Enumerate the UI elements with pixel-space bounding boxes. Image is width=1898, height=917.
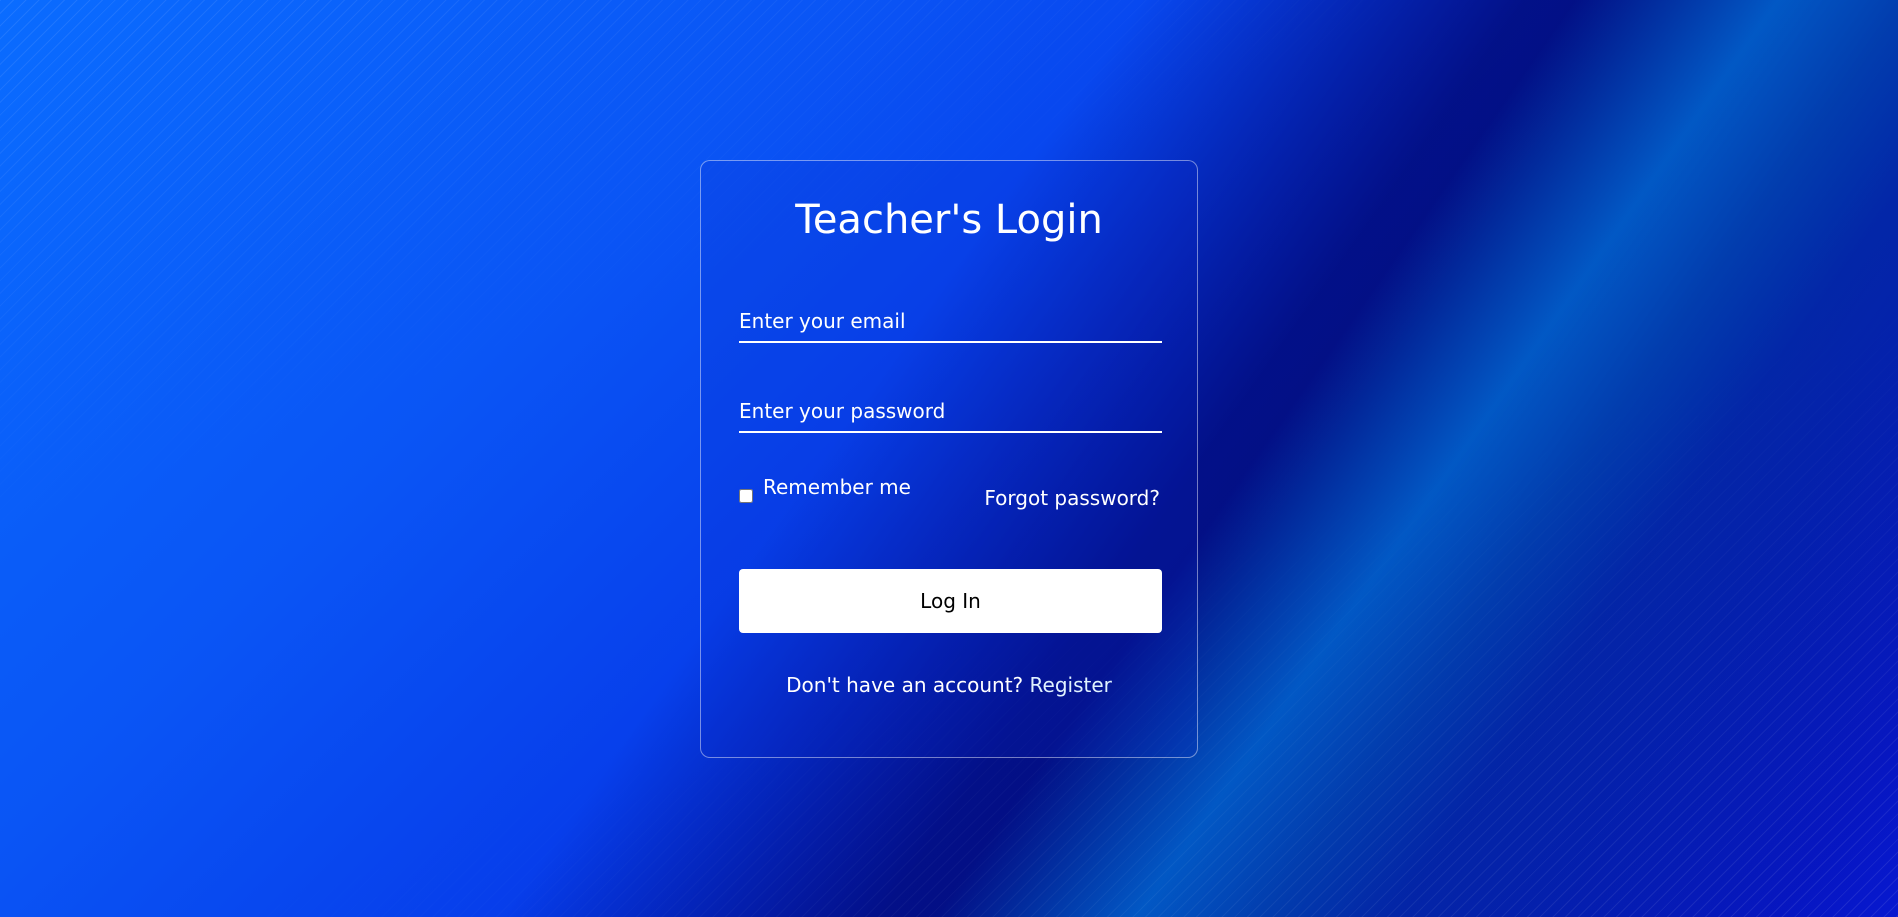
email-input[interactable] bbox=[739, 301, 1162, 341]
login-card: Teacher's Login Remember me Forgot passw… bbox=[700, 160, 1198, 758]
register-prompt: Don't have an account? bbox=[786, 673, 1030, 697]
login-title: Teacher's Login bbox=[795, 197, 1103, 243]
password-field bbox=[739, 391, 1162, 433]
forgot-password-link[interactable]: Forgot password? bbox=[984, 486, 1160, 510]
register-row: Don't have an account? Register bbox=[701, 673, 1197, 697]
remember-me-checkbox[interactable] bbox=[739, 489, 753, 503]
remember-me-label: Remember me bbox=[763, 475, 911, 499]
login-button[interactable]: Log In bbox=[739, 569, 1162, 633]
password-input[interactable] bbox=[739, 391, 1162, 431]
remember-me-row: Remember me bbox=[739, 475, 911, 503]
email-field bbox=[739, 301, 1162, 343]
register-link[interactable]: Register bbox=[1030, 673, 1112, 697]
